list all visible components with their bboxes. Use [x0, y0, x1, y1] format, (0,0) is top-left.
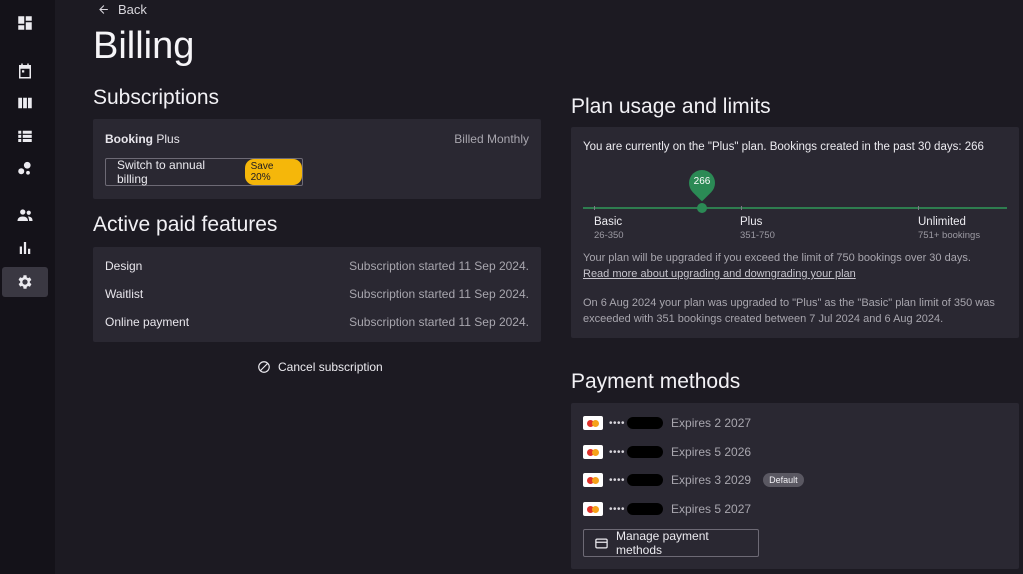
feature-status: Subscription started 11 Sep 2024.	[349, 315, 529, 329]
mastercard-icon	[583, 416, 603, 430]
mastercard-icon	[583, 502, 603, 516]
back-link[interactable]: Back	[97, 2, 147, 17]
feature-name: Design	[105, 259, 143, 273]
tier-tick	[918, 206, 919, 210]
switch-annual-button[interactable]: Switch to annual billing Save 20%	[105, 158, 303, 186]
card-expiry: Expires 5 2026	[671, 445, 752, 459]
tier-range: 751+ bookings	[918, 230, 981, 241]
features-heading: Active paid features	[93, 213, 278, 236]
feature-row: Design Subscription started 11 Sep 2024.	[105, 256, 529, 276]
card-masked-number: ••••	[609, 417, 626, 429]
usage-marker-dot	[697, 203, 707, 213]
upgrade-note-text: Your plan will be upgraded if you exceed…	[583, 252, 971, 264]
card-masked-number: ••••	[609, 503, 626, 515]
nav-list[interactable]	[2, 121, 48, 151]
payment-card-row[interactable]: •••• Expires 3 2029 Default	[583, 471, 804, 489]
plan-name: Plus	[156, 132, 180, 146]
upgrade-note: Your plan will be upgraded if you exceed…	[583, 250, 971, 282]
feature-name: Online payment	[105, 315, 190, 329]
gear-icon	[18, 275, 32, 289]
payment-card-row[interactable]: •••• Expires 5 2026	[583, 443, 751, 461]
card-masked-number: ••••	[609, 446, 626, 458]
redacted-digits	[627, 474, 664, 486]
dashboard-icon	[18, 16, 32, 30]
usage-heading: Plan usage and limits	[571, 95, 771, 118]
feature-status: Subscription started 11 Sep 2024.	[349, 287, 529, 301]
tier-range: 26-350	[594, 230, 624, 241]
switch-annual-label: Switch to annual billing	[117, 158, 206, 186]
bubble-chart-icon	[18, 161, 31, 175]
redacted-digits	[627, 446, 664, 458]
feature-row: Waitlist Subscription started 11 Sep 202…	[105, 284, 529, 304]
nav-calendar[interactable]	[2, 56, 48, 86]
usage-summary: You are currently on the "Plus" plan. Bo…	[583, 141, 984, 153]
calendar-icon	[19, 63, 31, 79]
billing-period: Billed Monthly	[454, 132, 529, 146]
credit-card-icon	[595, 538, 608, 548]
list-icon	[18, 130, 32, 142]
card-expiry: Expires 3 2029	[671, 473, 752, 487]
payment-card-row[interactable]: •••• Expires 2 2027	[583, 414, 751, 432]
subscription-plan: Booking Plus	[105, 132, 180, 146]
nav-bar-chart[interactable]	[2, 233, 48, 263]
usage-marker-value: 266	[693, 176, 711, 187]
nav-settings[interactable]	[2, 267, 48, 297]
feature-name: Waitlist	[105, 287, 144, 301]
people-icon	[17, 209, 33, 221]
block-icon	[258, 361, 270, 373]
card-expiry: Expires 5 2027	[671, 502, 752, 516]
manage-payment-methods-label: Manage payment methods	[615, 529, 709, 557]
plan-history-line: exceeded with 351 bookings created betwe…	[583, 313, 944, 325]
payment-card-row[interactable]: •••• Expires 5 2027	[583, 500, 751, 518]
sidebar	[0, 0, 55, 574]
card-expiry: Expires 2 2027	[671, 416, 752, 430]
subscriptions-heading: Subscriptions	[93, 86, 220, 109]
usage-track	[583, 207, 1007, 209]
tier-name: Basic	[594, 216, 623, 228]
page-title: Billing	[93, 25, 195, 67]
nav-columns[interactable]	[2, 88, 48, 118]
save-badge: Save 20%	[244, 159, 302, 185]
plan-history-line: On 6 Aug 2024 your plan was upgraded to …	[583, 297, 995, 309]
cancel-subscription-button[interactable]: Cancel subscription	[257, 360, 383, 374]
arrow-left-icon	[99, 5, 108, 14]
nav-dashboard[interactable]	[2, 8, 48, 38]
product-name: Booking	[105, 132, 153, 146]
tier-name: Unlimited	[918, 216, 966, 228]
tier-tick	[741, 206, 742, 210]
columns-icon	[18, 97, 32, 109]
read-more-link[interactable]: Read more about upgrading and downgradin…	[583, 268, 856, 280]
mastercard-icon	[583, 445, 603, 459]
plan-history: On 6 Aug 2024 your plan was upgraded to …	[583, 295, 995, 327]
tier-name: Plus	[740, 216, 763, 228]
feature-status: Subscription started 11 Sep 2024.	[349, 259, 529, 273]
payment-heading: Payment methods	[571, 370, 741, 393]
manage-payment-methods-button[interactable]: Manage payment methods	[583, 529, 759, 557]
bar-chart-icon	[19, 242, 31, 254]
mastercard-icon	[583, 473, 603, 487]
feature-row: Online payment Subscription started 11 S…	[105, 312, 529, 332]
subscription-card: Booking Plus Billed Monthly Switch to an…	[93, 119, 541, 199]
tier-tick	[594, 206, 595, 210]
tier-range: 351-750	[740, 230, 775, 241]
cancel-subscription-label: Cancel subscription	[278, 360, 383, 374]
features-card: Design Subscription started 11 Sep 2024.…	[93, 247, 541, 342]
default-badge: Default	[763, 473, 804, 487]
back-label: Back	[118, 2, 147, 17]
nav-bubble-chart[interactable]	[2, 154, 48, 184]
redacted-digits	[627, 417, 664, 429]
nav-people[interactable]	[2, 200, 48, 230]
redacted-digits	[627, 503, 664, 515]
card-masked-number: ••••	[609, 474, 626, 486]
